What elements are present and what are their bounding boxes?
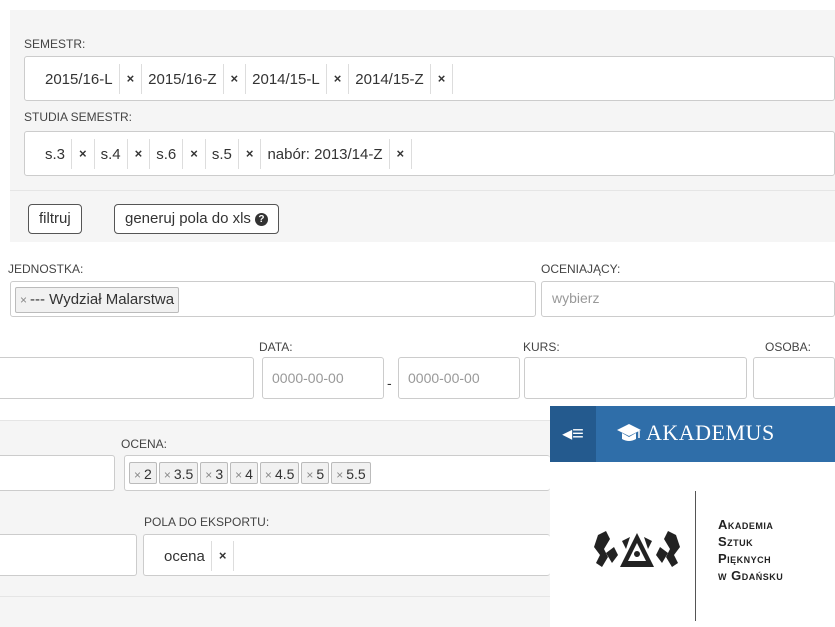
ocena-select[interactable]: × 2 × 3.5 × 3 × 4 × 4.5 × 5 × 5.5 <box>124 455 550 491</box>
ocena-tag: × 5.5 <box>331 462 371 484</box>
remove-tag-icon[interactable]: × <box>222 64 247 94</box>
remove-tag-icon[interactable]: × <box>134 468 141 482</box>
org-line: Sztuk <box>718 534 754 549</box>
org-line: Akademia <box>718 517 774 532</box>
jednostka-tag: × --- Wydział Malarstwa <box>15 287 180 313</box>
remove-tag-icon[interactable]: × <box>336 468 343 482</box>
data-label: DATA: <box>259 340 293 354</box>
osoba-label: OSOBA: <box>765 340 812 354</box>
left-input[interactable] <box>0 357 254 399</box>
asp-logo-icon <box>594 531 680 567</box>
ocena-tag: × 3.5 <box>158 462 199 484</box>
ocena-tag: × 5 <box>301 462 330 484</box>
ocena-tag: × 4.5 <box>259 462 300 484</box>
studia-tag: s.3 × <box>39 139 95 169</box>
remove-tag-icon[interactable]: × <box>164 468 171 482</box>
kurs-label: KURS: <box>523 340 560 354</box>
jednostka-select[interactable]: × --- Wydział Malarstwa <box>10 281 536 317</box>
remove-tag-icon[interactable]: × <box>118 64 143 94</box>
kurs-input[interactable] <box>524 357 747 399</box>
ocena-tag: × 2 <box>129 462 157 484</box>
help-icon: ? <box>254 212 268 226</box>
remove-tag-icon[interactable]: × <box>388 139 413 169</box>
left-input-2[interactable] <box>0 455 115 491</box>
semestr-select[interactable]: 2015/16-L × 2015/16-Z × 2014/15-L × 2014/15… <box>24 56 835 101</box>
semestr-label: SEMESTR: <box>24 37 86 51</box>
remove-tag-icon[interactable]: × <box>265 468 272 482</box>
divider <box>0 596 550 597</box>
pola-label: POLA DO EKSPORTU: <box>144 515 270 529</box>
pola-select[interactable]: ocena × <box>143 534 550 576</box>
org-name: Akademia Sztuk Pięknych w Gdańsku <box>718 516 783 584</box>
remove-tag-icon[interactable]: × <box>126 139 151 169</box>
ocena-label: OCENA: <box>121 437 168 451</box>
org-line: Pięknych <box>718 551 772 566</box>
studia-tag: s.6 × <box>150 139 206 169</box>
date-to-input[interactable]: 0000-00-00 <box>398 357 520 399</box>
remove-tag-icon[interactable]: × <box>182 139 206 169</box>
pola-tag: ocena × <box>158 541 235 571</box>
divider <box>10 190 835 191</box>
studia-select[interactable]: s.3 × s.4 × s.6 × s.5 × nabór: 2013/14-Z × <box>24 131 835 176</box>
menu-toggle-button[interactable]: ◂≡ <box>550 406 596 462</box>
ocena-tag: × 3 <box>200 462 229 484</box>
studia-tag: s.5 × <box>206 139 262 169</box>
semestr-tag: 2014/15-Z × <box>349 64 454 94</box>
ocena-tag: × 4 <box>230 462 258 484</box>
left-input-3[interactable] <box>0 534 137 576</box>
akademus-brand[interactable]: AKADEMUS <box>616 420 775 446</box>
date-from-value: 0000-00-00 <box>272 370 344 386</box>
remove-tag-icon[interactable]: × <box>71 139 95 169</box>
semestr-tag: 2014/15-L × <box>246 64 350 94</box>
date-to-value: 0000-00-00 <box>408 370 480 386</box>
remove-tag-icon[interactable]: × <box>325 64 350 94</box>
date-from-input[interactable]: 0000-00-00 <box>262 357 384 399</box>
divider <box>0 420 550 421</box>
menu-icon: ◂≡ <box>562 423 584 445</box>
oceniajacy-label: OCENIAJĄCY: <box>541 262 621 276</box>
date-separator: - <box>387 375 392 391</box>
filter-button[interactable]: filtruj <box>28 204 82 234</box>
remove-tag-icon[interactable]: × <box>205 468 212 482</box>
remove-tag-icon[interactable]: × <box>306 468 313 482</box>
akademus-title: AKADEMUS <box>646 420 775 445</box>
semestr-tag: 2015/16-Z × <box>142 64 247 94</box>
remove-tag-icon[interactable]: × <box>429 64 454 94</box>
studia-tag: s.4 × <box>95 139 151 169</box>
studia-label: STUDIA SEMESTR: <box>24 110 133 124</box>
jednostka-label: JEDNOSTKA: <box>8 262 84 276</box>
graduation-cap-icon <box>617 424 641 441</box>
oceniajacy-input[interactable]: wybierz <box>541 281 835 317</box>
generate-xls-button[interactable]: generuj pola do xls ? <box>114 204 279 234</box>
remove-tag-icon[interactable]: × <box>237 139 262 169</box>
remove-tag-icon[interactable]: × <box>235 468 242 482</box>
remove-tag-icon[interactable]: × <box>210 541 235 571</box>
logo-divider <box>695 491 696 621</box>
semestr-tag: 2015/16-L × <box>39 64 143 94</box>
remove-tag-icon[interactable]: × <box>20 293 27 307</box>
generate-xls-label: generuj pola do xls <box>125 210 251 227</box>
org-line: w Gdańsku <box>718 568 784 583</box>
studia-tag: nabór: 2013/14-Z × <box>261 139 413 169</box>
osoba-input[interactable] <box>753 357 835 399</box>
oceniajacy-placeholder: wybierz <box>552 290 600 306</box>
